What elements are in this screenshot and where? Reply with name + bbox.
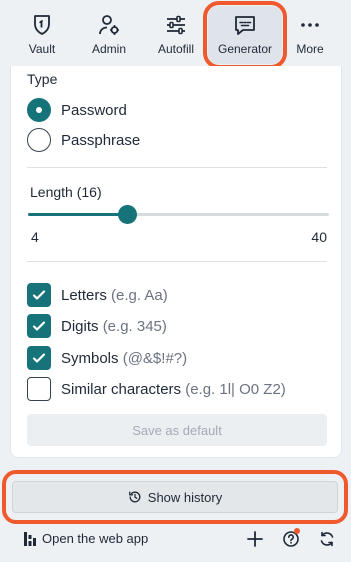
nav-admin[interactable]: Admin bbox=[87, 0, 131, 70]
nav-vault[interactable]: Vault bbox=[22, 0, 62, 70]
checkmark-icon bbox=[32, 321, 46, 331]
letters-label: Letters (e.g. Aa) bbox=[61, 286, 168, 304]
nav-more-label: More bbox=[296, 42, 324, 56]
length-slider[interactable] bbox=[28, 205, 329, 224]
length-slider-thumb[interactable] bbox=[118, 205, 138, 224]
sync-icon[interactable] bbox=[318, 530, 336, 548]
length-slider-fill bbox=[28, 213, 129, 216]
option-digits[interactable]: Digits (e.g. 345) bbox=[27, 314, 167, 338]
option-similar-characters[interactable]: Similar characters (e.g. 1l| O0 Z2) bbox=[27, 377, 286, 401]
show-history-label: Show history bbox=[147, 489, 223, 505]
letters-checkbox[interactable] bbox=[27, 283, 51, 307]
type-option-passphrase[interactable]: Passphrase bbox=[27, 128, 140, 152]
save-as-default-button[interactable]: Save as default bbox=[27, 414, 327, 446]
autofill-sliders-icon bbox=[167, 15, 185, 35]
open-web-app-link[interactable]: Open the web app bbox=[24, 531, 148, 546]
show-history-button[interactable]: Show history bbox=[12, 481, 338, 513]
more-dots-icon bbox=[301, 23, 319, 27]
symbols-label: Symbols (@&$!#?) bbox=[61, 349, 188, 367]
vault-shield-icon bbox=[34, 15, 50, 35]
password-radio[interactable] bbox=[27, 98, 51, 122]
divider bbox=[27, 261, 327, 262]
nav-autofill-label: Autofill bbox=[157, 42, 195, 56]
top-nav: Vault Admin Autofill Generator More bbox=[0, 0, 351, 70]
digits-checkbox[interactable] bbox=[27, 314, 51, 338]
open-web-app-label: Open the web app bbox=[42, 531, 149, 546]
footer: Open the web app bbox=[0, 524, 351, 562]
generator-card: Type Password Passphrase Length (16) 4 4… bbox=[10, 66, 342, 458]
nav-vault-label: Vault bbox=[28, 42, 56, 56]
length-min: 4 bbox=[31, 229, 39, 245]
generator-chat-icon bbox=[235, 16, 255, 35]
type-option-password[interactable]: Password bbox=[27, 98, 127, 122]
nav-autofill[interactable]: Autofill bbox=[153, 0, 199, 70]
length-label: Length (16) bbox=[30, 184, 102, 200]
nav-generator-label: Generator bbox=[217, 42, 273, 56]
notification-dot bbox=[294, 528, 300, 534]
option-letters[interactable]: Letters (e.g. Aa) bbox=[27, 283, 168, 307]
plus-icon[interactable] bbox=[246, 530, 264, 548]
similar-characters-label: Similar characters (e.g. 1l| O0 Z2) bbox=[61, 380, 286, 398]
divider bbox=[27, 167, 327, 168]
nav-more[interactable]: More bbox=[292, 0, 328, 70]
password-radio-label: Password bbox=[61, 101, 127, 119]
nav-generator[interactable]: Generator bbox=[208, 6, 282, 64]
admin-user-gear-icon bbox=[99, 15, 119, 35]
digits-label: Digits (e.g. 345) bbox=[61, 317, 167, 335]
type-heading: Type bbox=[27, 71, 58, 87]
passphrase-radio[interactable] bbox=[27, 128, 51, 152]
option-symbols[interactable]: Symbols (@&$!#?) bbox=[27, 346, 187, 370]
history-icon bbox=[128, 491, 141, 503]
passphrase-radio-label: Passphrase bbox=[61, 131, 141, 149]
length-max: 40 bbox=[311, 229, 327, 245]
checkmark-icon bbox=[32, 290, 46, 300]
symbols-checkbox[interactable] bbox=[27, 346, 51, 370]
checkmark-icon bbox=[32, 353, 46, 363]
bitwarden-logo-icon bbox=[24, 531, 36, 546]
similar-characters-checkbox[interactable] bbox=[27, 377, 51, 401]
nav-admin-label: Admin bbox=[91, 42, 126, 56]
